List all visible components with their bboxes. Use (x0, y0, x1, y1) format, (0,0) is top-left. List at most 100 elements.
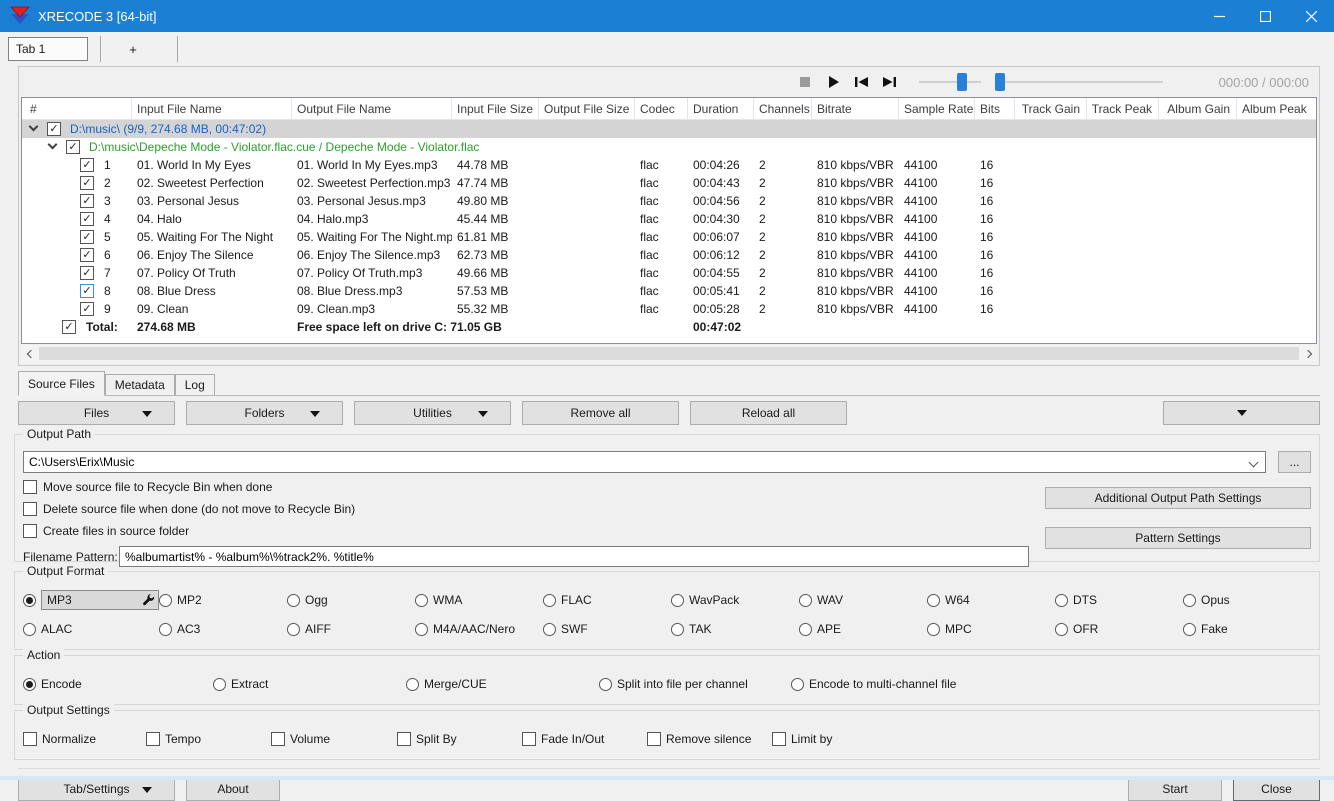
folders-dropdown-button[interactable]: Folders (186, 401, 343, 425)
group-row-folder[interactable]: D:\music\ (9/9, 274.68 MB, 00:47:02) (22, 120, 1316, 138)
volume-slider-track[interactable] (919, 81, 981, 83)
close-icon[interactable] (1288, 0, 1334, 32)
table-row[interactable]: 8 08. Blue Dress 08. Blue Dress.mp3 57.5… (22, 282, 1316, 300)
seek-slider-track[interactable] (995, 81, 1163, 83)
format-radio-option[interactable]: Opus (1183, 590, 1311, 610)
format-radio-option[interactable]: TAK (671, 619, 799, 639)
radio-icon[interactable] (671, 622, 684, 636)
group-checkbox[interactable] (66, 140, 80, 154)
table-row[interactable]: 9 09. Clean 09. Clean.mp3 55.32 MB flac … (22, 300, 1316, 318)
action-radio-option[interactable]: Merge/CUE (406, 674, 599, 694)
radio-icon[interactable] (1055, 593, 1068, 607)
close-button[interactable]: Close (1233, 777, 1320, 801)
radio-icon[interactable] (406, 677, 419, 691)
checkbox[interactable] (23, 479, 37, 494)
format-radio-option[interactable]: MPC (927, 619, 1055, 639)
format-radio-option[interactable]: ALAC (23, 619, 159, 639)
col-output-file-size[interactable]: Output File Size (539, 98, 635, 119)
col-bitrate[interactable]: Bitrate (812, 98, 899, 119)
col-track-peak[interactable]: Track Peak (1087, 98, 1159, 119)
setting-checkbox-option[interactable]: Tempo (146, 729, 271, 749)
volume-slider[interactable] (919, 73, 981, 91)
row-checkbox[interactable] (80, 194, 94, 208)
col-output-file-name[interactable]: Output File Name (292, 98, 452, 119)
radio-icon[interactable] (791, 677, 804, 691)
radio-icon[interactable] (799, 593, 812, 607)
radio-icon[interactable] (927, 622, 940, 636)
more-options-dropdown-button[interactable] (1163, 401, 1320, 425)
radio-icon[interactable] (927, 593, 940, 607)
col-input-file-name[interactable]: Input File Name (132, 98, 292, 119)
format-radio-option[interactable]: Fake (1183, 619, 1311, 639)
format-radio-option[interactable]: W64 (927, 590, 1055, 610)
checkbox[interactable] (397, 732, 411, 746)
format-radio-option[interactable]: AC3 (159, 619, 287, 639)
radio-icon[interactable] (1183, 622, 1196, 636)
start-button[interactable]: Start (1128, 777, 1222, 801)
table-row[interactable]: 1 01. World In My Eyes 01. World In My E… (22, 156, 1316, 174)
seek-slider[interactable] (995, 73, 1163, 91)
radio-icon[interactable] (543, 622, 556, 636)
radio-icon[interactable] (287, 622, 300, 636)
reload-all-button[interactable]: Reload all (690, 401, 847, 425)
utilities-dropdown-button[interactable]: Utilities (354, 401, 511, 425)
action-radio-option[interactable]: Encode (23, 674, 213, 694)
col-number[interactable]: # (22, 98, 132, 119)
radio-icon[interactable] (23, 593, 36, 607)
table-row[interactable]: 7 07. Policy Of Truth 07. Policy Of Trut… (22, 264, 1316, 282)
action-radio-option[interactable]: Extract (213, 674, 406, 694)
col-codec[interactable]: Codec (635, 98, 688, 119)
table-row[interactable]: 2 02. Sweetest Perfection 02. Sweetest P… (22, 174, 1316, 192)
action-radio-option[interactable]: Encode to multi-channel file (791, 674, 1311, 694)
checkbox[interactable] (647, 732, 661, 746)
format-radio-option[interactable]: MP3 (23, 590, 159, 610)
setting-checkbox-option[interactable]: Normalize (23, 729, 146, 749)
radio-icon[interactable] (159, 593, 172, 607)
radio-icon[interactable] (159, 622, 172, 636)
tab-settings-dropdown-button[interactable]: Tab/Settings (18, 777, 175, 801)
setting-checkbox-option[interactable]: Split By (397, 729, 522, 749)
next-track-icon[interactable] (879, 74, 899, 90)
wrench-icon[interactable] (142, 593, 155, 607)
checkbox[interactable] (23, 523, 37, 538)
format-radio-option[interactable]: SWF (543, 619, 671, 639)
output-path-combobox[interactable] (23, 451, 1266, 473)
maximize-icon[interactable] (1242, 0, 1288, 32)
total-checkbox[interactable] (62, 320, 76, 334)
checkbox[interactable] (772, 732, 786, 746)
scrollbar-thumb[interactable] (39, 347, 1299, 360)
row-checkbox[interactable] (80, 266, 94, 280)
checkbox[interactable] (146, 732, 160, 746)
row-checkbox[interactable] (80, 302, 94, 316)
output-path-input[interactable] (24, 452, 1265, 472)
col-channels[interactable]: Channels (754, 98, 812, 119)
previous-track-icon[interactable] (851, 74, 871, 90)
radio-icon[interactable] (287, 593, 300, 607)
radio-icon[interactable] (23, 622, 36, 636)
format-radio-option[interactable]: APE (799, 619, 927, 639)
table-row[interactable]: 4 04. Halo 04. Halo.mp3 45.44 MB flac 00… (22, 210, 1316, 228)
additional-output-path-settings-button[interactable]: Additional Output Path Settings (1045, 487, 1311, 509)
stop-icon[interactable] (795, 74, 815, 90)
scroll-right-icon[interactable] (1300, 345, 1317, 362)
radio-icon[interactable] (213, 677, 226, 691)
horizontal-scrollbar[interactable] (21, 345, 1317, 362)
add-tab-button[interactable]: + (113, 42, 153, 57)
tab-1[interactable]: Tab 1 (8, 37, 88, 61)
checkbox[interactable] (23, 732, 37, 746)
table-row[interactable]: 3 03. Personal Jesus 03. Personal Jesus.… (22, 192, 1316, 210)
about-button[interactable]: About (186, 777, 280, 801)
collapse-chevron-icon[interactable] (28, 121, 39, 132)
radio-icon[interactable] (415, 622, 428, 636)
setting-checkbox-option[interactable]: Fade In/Out (522, 729, 647, 749)
radio-icon[interactable] (23, 677, 36, 691)
col-duration[interactable]: Duration (688, 98, 754, 119)
radio-icon[interactable] (1183, 593, 1196, 607)
format-radio-option[interactable]: WavPack (671, 590, 799, 610)
minimize-icon[interactable] (1196, 0, 1242, 32)
tab-metadata[interactable]: Metadata (104, 374, 175, 395)
col-track-gain[interactable]: Track Gain (1015, 98, 1087, 119)
filename-pattern-input[interactable] (119, 546, 1029, 567)
browse-button[interactable]: ... (1278, 451, 1311, 473)
col-album-peak[interactable]: Album Peak (1237, 98, 1316, 119)
